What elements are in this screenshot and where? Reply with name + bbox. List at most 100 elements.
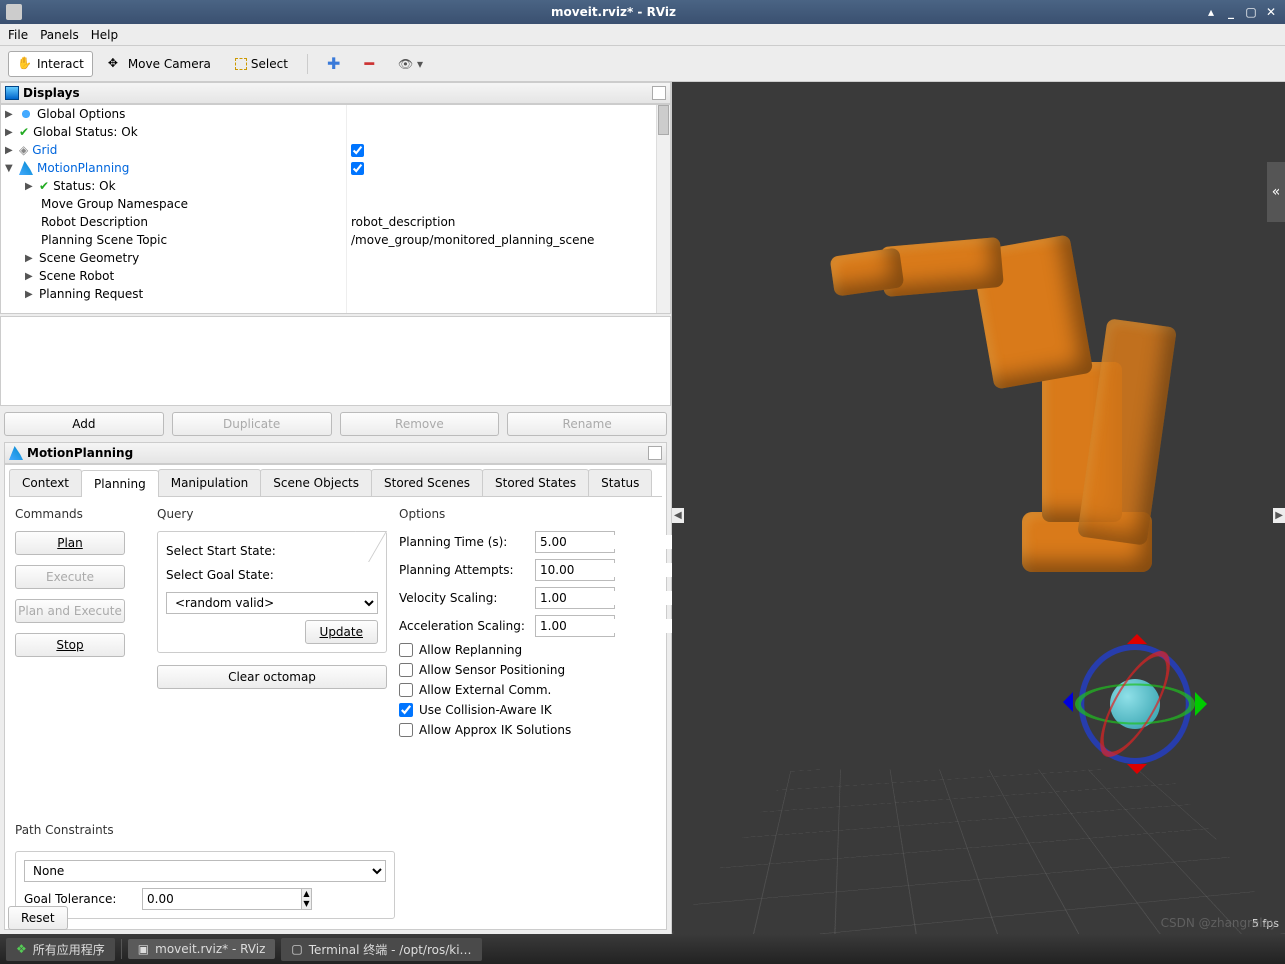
toolbar: ✋ Interact ✥ Move Camera Select ✚ ━ 👁 ▾ — [0, 46, 1285, 82]
tree-scene-robot[interactable]: Scene Robot — [39, 269, 114, 283]
menu-bar: File Panels Help — [0, 24, 1285, 46]
tree-planning-scene-topic[interactable]: Planning Scene Topic — [41, 233, 167, 247]
plan-and-execute-button: Plan and Execute — [15, 599, 125, 623]
window-minimize-button[interactable]: _ — [1223, 4, 1239, 20]
planning-time-spinbox[interactable]: ▲▼ — [535, 531, 615, 553]
displays-icon — [5, 86, 19, 100]
reset-button[interactable]: Reset — [8, 906, 68, 930]
plus-icon: ✚ — [327, 54, 340, 73]
taskbar-all-apps[interactable]: ❖ 所有应用程序 — [6, 938, 115, 961]
tool-move-camera[interactable]: ✥ Move Camera — [99, 51, 220, 77]
motion-planning-icon — [9, 446, 23, 460]
robot-render — [672, 82, 1285, 934]
motion-planning-checkbox[interactable] — [351, 162, 364, 175]
tree-global-options[interactable]: Global Options — [37, 107, 125, 121]
rename-button: Rename — [507, 412, 667, 436]
robot-description-value[interactable]: robot_description — [351, 215, 455, 229]
taskbar-terminal[interactable]: ▢ Terminal 终端 - /opt/ros/ki… — [281, 938, 481, 961]
terminal-icon: ▢ — [291, 942, 302, 956]
tab-planning[interactable]: Planning — [81, 470, 159, 497]
update-button[interactable]: Update — [305, 620, 378, 644]
allow-approx-ik-checkbox[interactable] — [399, 723, 413, 737]
gear-icon — [19, 107, 33, 121]
goal-tolerance-spinbox[interactable]: ▲▼ — [142, 888, 312, 910]
eye-icon: 👁 ▾ — [398, 57, 423, 71]
duplicate-button: Duplicate — [172, 412, 332, 436]
menu-file[interactable]: File — [8, 28, 28, 42]
tree-motion-planning[interactable]: MotionPlanning — [37, 161, 129, 175]
goal-state-label: Select Goal State: — [166, 568, 378, 582]
accel-scaling-spinbox[interactable]: ▲▼ — [535, 615, 615, 637]
panel-undock-button[interactable] — [648, 446, 662, 460]
path-constraints-select[interactable]: None — [24, 860, 386, 882]
motion-planning-icon — [19, 161, 33, 175]
query-box: Select Start State: Select Goal State: <… — [157, 531, 387, 653]
hand-icon: ✋ — [17, 56, 33, 72]
execute-button: Execute — [15, 565, 125, 589]
motionplanning-panel-header: MotionPlanning — [4, 442, 667, 464]
tab-status[interactable]: Status — [588, 469, 652, 496]
taskbar: ❖ 所有应用程序 ▣ moveit.rviz* - RViz ▢ Termina… — [0, 934, 1285, 964]
stop-button[interactable]: Stop — [15, 633, 125, 657]
plan-button[interactable]: Plan — [15, 531, 125, 555]
tree-global-status[interactable]: Global Status: Ok — [33, 125, 138, 139]
separator — [307, 54, 308, 74]
taskbar-rviz[interactable]: ▣ moveit.rviz* - RViz — [128, 939, 276, 959]
displays-tree[interactable]: ▶Global Options ▶✔Global Status: Ok ▶◈Gr… — [0, 104, 671, 314]
grid-checkbox[interactable] — [351, 144, 364, 157]
options-title: Options — [399, 507, 615, 521]
displays-panel-header: Displays — [0, 82, 671, 104]
allow-replanning-checkbox[interactable] — [399, 643, 413, 657]
tool-interact[interactable]: ✋ Interact — [8, 51, 93, 77]
mp-tabs: Context Planning Manipulation Scene Obje… — [9, 469, 662, 497]
tree-planning-request[interactable]: Planning Request — [39, 287, 143, 301]
tool-focus-add[interactable]: ✚ — [318, 49, 349, 78]
tree-scene-geometry[interactable]: Scene Geometry — [39, 251, 139, 265]
tab-stored-states[interactable]: Stored States — [482, 469, 589, 496]
remove-button: Remove — [340, 412, 500, 436]
goal-state-select[interactable]: <random valid> — [166, 592, 378, 614]
tree-grid[interactable]: Grid — [32, 143, 57, 157]
menu-help[interactable]: Help — [91, 28, 118, 42]
window-close-button[interactable]: ✕ — [1263, 4, 1279, 20]
tree-scrollbar[interactable] — [656, 105, 670, 313]
velocity-scaling-spinbox[interactable]: ▲▼ — [535, 587, 615, 609]
tool-visibility[interactable]: 👁 ▾ — [389, 52, 432, 76]
check-icon: ✔ — [19, 125, 29, 139]
planning-scene-value[interactable]: /move_group/monitored_planning_scene — [351, 233, 594, 247]
allow-sensor-pos-checkbox[interactable] — [399, 663, 413, 677]
tab-context[interactable]: Context — [9, 469, 82, 496]
minus-icon: ━ — [364, 54, 374, 73]
clear-octomap-button[interactable]: Clear octomap — [157, 665, 387, 689]
rviz-icon: ▣ — [138, 942, 149, 956]
tab-scene-objects[interactable]: Scene Objects — [260, 469, 372, 496]
app-icon — [6, 4, 22, 20]
select-icon — [235, 58, 247, 70]
watermark: CSDN @zhangrelay — [1161, 916, 1277, 930]
start-state-label: Select Start State: — [166, 544, 378, 558]
query-title: Query — [157, 507, 387, 521]
tool-focus-remove[interactable]: ━ — [355, 49, 383, 78]
add-button[interactable]: Add — [4, 412, 164, 436]
tool-select[interactable]: Select — [226, 52, 297, 76]
commands-title: Commands — [15, 507, 145, 521]
window-maximize-button[interactable]: ▢ — [1243, 4, 1259, 20]
display-description — [0, 316, 671, 406]
use-collision-ik-checkbox[interactable] — [399, 703, 413, 717]
goal-tolerance-label: Goal Tolerance: — [24, 892, 134, 906]
tree-move-group-ns[interactable]: Move Group Namespace — [41, 197, 188, 211]
planning-attempts-spinbox[interactable]: ▲▼ — [535, 559, 615, 581]
allow-external-comm-checkbox[interactable] — [399, 683, 413, 697]
menu-panels[interactable]: Panels — [40, 28, 79, 42]
move-icon: ✥ — [108, 56, 124, 72]
tree-robot-description[interactable]: Robot Description — [41, 215, 148, 229]
3d-viewport[interactable]: ◀ ▶ « 5 fps — [672, 82, 1285, 934]
window-shade-button[interactable]: ▴ — [1203, 4, 1219, 20]
interactive-marker-gizmo[interactable] — [1065, 634, 1205, 774]
grid-icon: ◈ — [19, 143, 28, 157]
tree-status-ok[interactable]: Status: Ok — [53, 179, 116, 193]
panel-undock-button[interactable] — [652, 86, 666, 100]
tab-stored-scenes[interactable]: Stored Scenes — [371, 469, 483, 496]
path-constraints-title: Path Constraints — [15, 823, 145, 837]
tab-manipulation[interactable]: Manipulation — [158, 469, 262, 496]
